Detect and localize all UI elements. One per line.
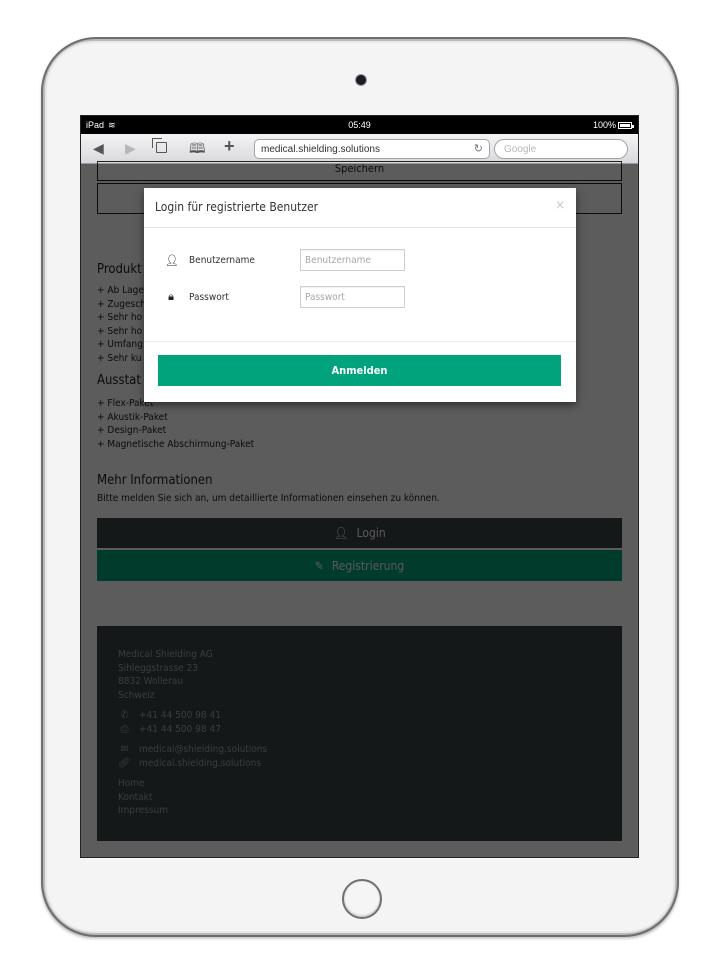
url-text: medical.shielding.solutions	[261, 144, 380, 155]
username-row: 👤︎ Benutzername	[165, 249, 405, 271]
battery-percent: 100%	[592, 120, 616, 130]
forward-icon[interactable]: ▶	[125, 139, 136, 157]
modal-footer: Anmelden	[144, 342, 576, 401]
browser-toolbar: ◀ ▶ 🕮 + medical.shielding.solutions ↻ Go…	[81, 134, 638, 164]
bookmarks-icon[interactable]: 🕮	[189, 139, 206, 157]
login-modal: Login für registrierte Benutzer × 👤︎ Ben…	[144, 188, 576, 402]
password-row: 🔒︎ Passwort	[165, 286, 405, 308]
battery-icon	[618, 121, 634, 129]
status-time: 05:49	[348, 120, 371, 130]
lock-icon: 🔒︎	[168, 290, 174, 303]
search-field[interactable]: Google	[494, 139, 628, 159]
modal-header: Login für registrierte Benutzer ×	[144, 188, 576, 228]
close-icon[interactable]: ×	[555, 198, 565, 213]
anmelden-button[interactable]: Anmelden	[158, 355, 561, 386]
camera	[356, 75, 366, 85]
screen: iPad ≋ 05:49 100% ◀ ▶ 🕮 + medical.shieldi…	[80, 115, 639, 858]
modal-title: Login für registrierte Benutzer	[155, 200, 319, 214]
username-input[interactable]	[300, 249, 405, 271]
modal-body: 👤︎ Benutzername 🔒︎ Passwort	[144, 228, 576, 342]
url-field[interactable]: medical.shielding.solutions ↻	[254, 139, 490, 159]
reload-icon[interactable]: ↻	[474, 142, 483, 155]
username-label: Benutzername	[189, 254, 255, 266]
status-bar: iPad ≋ 05:49 100%	[81, 116, 638, 134]
user-icon: 👤︎	[165, 253, 179, 267]
password-input[interactable]	[300, 286, 405, 308]
back-icon[interactable]: ◀	[93, 139, 104, 157]
tabs-icon[interactable]	[152, 138, 167, 157]
home-button[interactable]	[342, 879, 382, 919]
password-label: Passwort	[189, 291, 229, 303]
new-tab-icon[interactable]: +	[224, 137, 235, 155]
status-battery: 100%	[592, 120, 634, 130]
